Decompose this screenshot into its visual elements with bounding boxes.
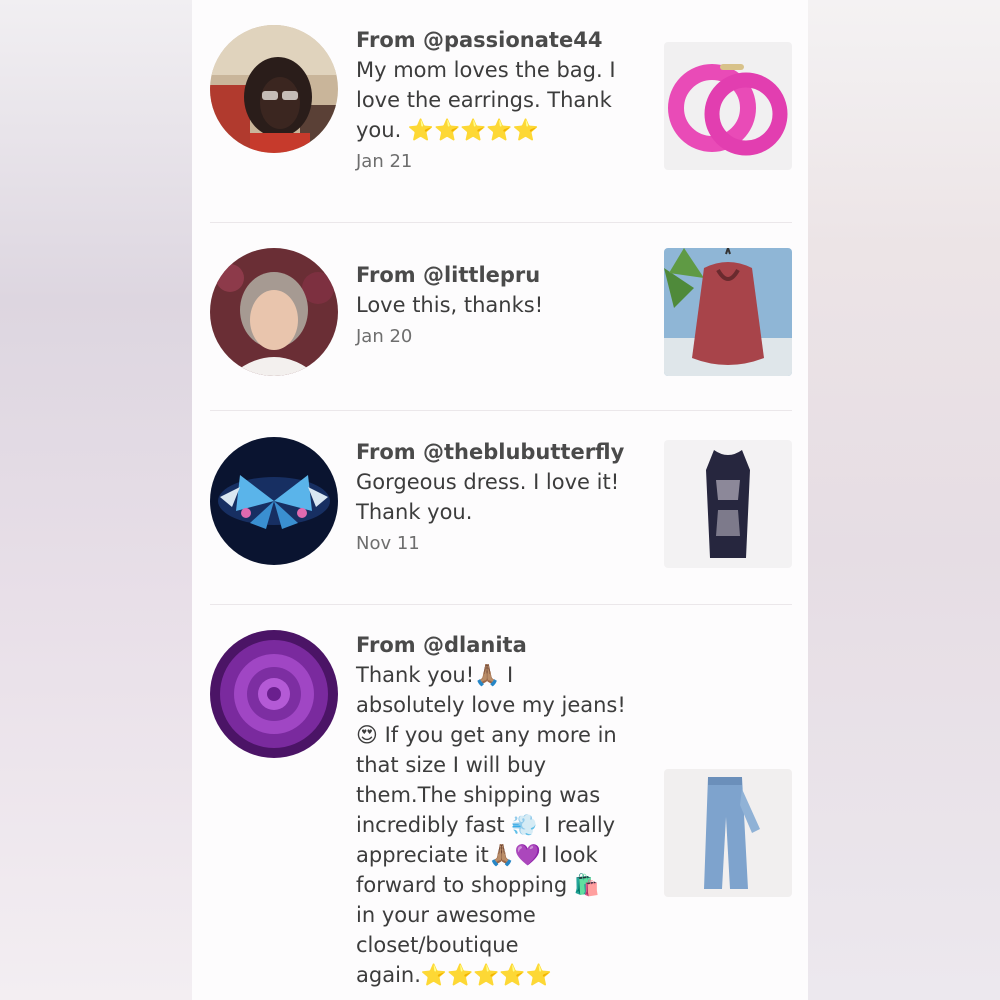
review-message-line: appreciate it🙏🏽💜I look xyxy=(356,843,598,867)
review-date: Jan 20 xyxy=(356,326,413,347)
jeans-photo-icon xyxy=(664,769,792,897)
divider xyxy=(210,604,792,605)
review-message-line: again.⭐⭐⭐⭐⭐ xyxy=(356,963,552,987)
review-username[interactable]: From @littlepru xyxy=(356,260,636,290)
review-message-line: them.The shipping was xyxy=(356,783,601,807)
divider xyxy=(210,222,792,223)
review-username[interactable]: From @passionate44 xyxy=(356,25,636,55)
review-username[interactable]: From @theblubutterfly xyxy=(356,437,636,467)
review-message: Gorgeous dress. I love it! Thank you. xyxy=(356,467,636,527)
review-message-line: love the earrings. Thank xyxy=(356,88,612,112)
review-username[interactable]: From @dlanita xyxy=(356,630,636,660)
blurred-background-left xyxy=(0,0,192,1000)
product-thumbnail[interactable] xyxy=(664,440,792,568)
review-date: Nov 11 xyxy=(356,533,420,554)
review-message: My mom loves the bag. I love the earring… xyxy=(356,55,636,145)
review-message-line: that size I will buy xyxy=(356,753,547,777)
avatar[interactable] xyxy=(210,630,338,758)
review-message-line: Thank you!🙏🏽 I xyxy=(356,663,514,687)
review-message-line: 😍 If you get any more in xyxy=(356,723,617,747)
avatar[interactable] xyxy=(210,248,338,376)
review-message-line: in your awesome xyxy=(356,903,536,927)
review-message-line: My mom loves the bag. I xyxy=(356,58,616,82)
avatar[interactable] xyxy=(210,25,338,153)
divider xyxy=(210,410,792,411)
review-message-line: closet/boutique xyxy=(356,933,519,957)
review-message-line: incredibly fast 💨 I really xyxy=(356,813,616,837)
product-thumbnail[interactable] xyxy=(664,248,792,376)
product-thumbnail[interactable] xyxy=(664,42,792,170)
review-message-line: you. ⭐⭐⭐⭐⭐ xyxy=(356,118,539,142)
review-message-line: Gorgeous dress. I love it! xyxy=(356,470,620,494)
review-message-line: absolutely love my jeans! xyxy=(356,693,626,717)
pink-earrings-photo-icon xyxy=(664,42,792,170)
lace-dress-photo-icon xyxy=(664,440,792,568)
review-message: Thank you!🙏🏽 I absolutely love my jeans!… xyxy=(356,660,636,990)
reviews-panel: From @passionate44 My mom loves the bag.… xyxy=(192,0,808,1000)
blurred-background-right xyxy=(808,0,1000,1000)
product-thumbnail[interactable] xyxy=(664,769,792,897)
avatar[interactable] xyxy=(210,437,338,565)
review-message-line: Thank you. xyxy=(356,500,473,524)
review-date: Jan 21 xyxy=(356,151,413,172)
review-message: Love this, thanks! xyxy=(356,290,636,320)
review-message-line: forward to shopping 🛍️ xyxy=(356,873,601,897)
red-sequin-top-photo-icon xyxy=(664,248,792,376)
review-message-line: Love this, thanks! xyxy=(356,293,544,317)
